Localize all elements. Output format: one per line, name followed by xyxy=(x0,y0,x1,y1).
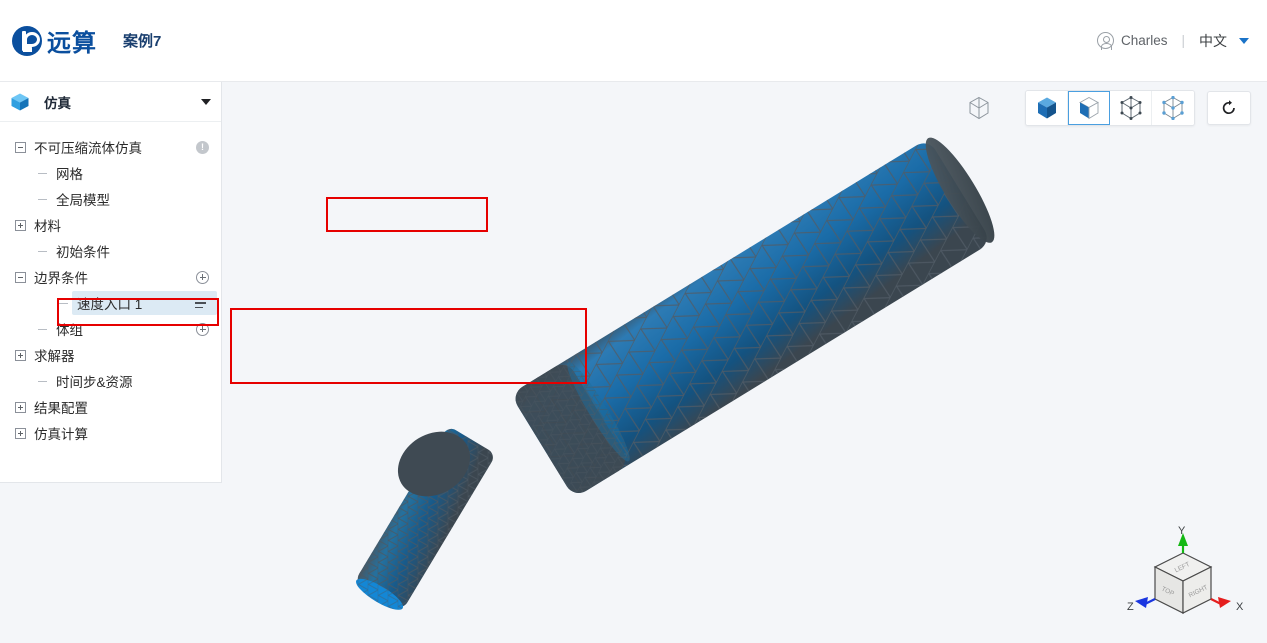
cube-icon xyxy=(10,92,30,112)
tree-connector-icon xyxy=(58,298,69,309)
axis-label-x: X xyxy=(1236,601,1243,613)
axis-label-y: Y xyxy=(1178,525,1185,537)
tree-item-label: 全局模型 xyxy=(56,189,110,209)
tree-item-3[interactable]: 材料 xyxy=(0,212,221,238)
axis-label-z: Z xyxy=(1127,601,1134,613)
tree-item-label: 体组 xyxy=(56,319,83,339)
tree-item-0[interactable]: 不可压缩流体仿真! xyxy=(0,134,221,160)
top-bar-separator: | xyxy=(1181,33,1185,48)
brand[interactable]: 远算 案例7 xyxy=(12,23,161,58)
caret-down-icon[interactable] xyxy=(1239,38,1249,44)
expand-icon[interactable] xyxy=(15,350,26,361)
pipe-mesh-model xyxy=(222,82,1267,643)
tree-item-8[interactable]: 求解器 xyxy=(0,342,221,368)
case-name[interactable]: 案例7 xyxy=(123,30,161,51)
expand-icon[interactable] xyxy=(15,428,26,439)
collapse-icon[interactable] xyxy=(15,272,26,283)
sidebar-header[interactable]: 仿真 xyxy=(0,82,221,122)
tree-item-label: 不可压缩流体仿真 xyxy=(34,137,142,157)
tree-item-label: 求解器 xyxy=(34,345,75,365)
tree-item-label: 结果配置 xyxy=(34,397,88,417)
solid-cube-icon[interactable] xyxy=(1026,91,1068,125)
surface-cube-icon[interactable] xyxy=(1068,91,1110,125)
user-circle-icon xyxy=(1097,32,1114,49)
viewport-display-modes xyxy=(1025,90,1195,126)
brand-name: 远算 xyxy=(47,23,97,58)
tree-item-1[interactable]: 网格 xyxy=(0,160,221,186)
user-name[interactable]: Charles xyxy=(1121,33,1168,48)
simulation-tree: 不可压缩流体仿真! 网格全局模型材料初始条件边界条件速度入口 1 体组求解器时间步&… xyxy=(0,122,221,446)
plus-circle-icon[interactable] xyxy=(196,323,209,336)
tree-item-9[interactable]: 时间步&资源 xyxy=(0,368,221,394)
mesh-cube-icon[interactable] xyxy=(1110,91,1152,125)
plus-circle-icon[interactable] xyxy=(196,271,209,284)
tree-item-4[interactable]: 初始条件 xyxy=(0,238,221,264)
tree-item-label: 初始条件 xyxy=(56,241,110,261)
tree-item-7[interactable]: 体组 xyxy=(0,316,221,342)
top-bar: 远算 案例7 Charles | 中文 xyxy=(0,0,1267,82)
sidebar: 仿真 不可压缩流体仿真! 网格全局模型材料初始条件边界条件速度入口 1 体组求解器时… xyxy=(0,82,222,483)
viewport-3d[interactable]: LEFT TOP RIGHT Y X Z xyxy=(222,82,1267,643)
language-label[interactable]: 中文 xyxy=(1199,31,1227,51)
info-icon: ! xyxy=(196,141,209,154)
tree-item-label: 时间步&资源 xyxy=(56,371,133,391)
tree-item-2[interactable]: 全局模型 xyxy=(0,186,221,212)
axis-gizmo[interactable]: LEFT TOP RIGHT Y X Z xyxy=(1125,525,1245,635)
list-icon[interactable] xyxy=(195,298,209,309)
points-cube-icon[interactable] xyxy=(1152,91,1194,125)
tree-item-6[interactable]: 速度入口 1 xyxy=(0,290,221,316)
logo-dot xyxy=(23,44,32,52)
tree-item-label: 速度入口 1 xyxy=(77,293,142,313)
sidebar-title: 仿真 xyxy=(44,92,71,112)
tree-item-11[interactable]: 仿真计算 xyxy=(0,420,221,446)
wireframe-cube-icon[interactable] xyxy=(959,88,999,128)
tree-connector-icon xyxy=(37,324,48,335)
top-bar-right: Charles | 中文 xyxy=(1097,31,1249,51)
tree-item-label: 边界条件 xyxy=(34,267,88,287)
collapse-icon[interactable] xyxy=(15,142,26,153)
tree-item-5[interactable]: 边界条件 xyxy=(0,264,221,290)
tree-connector-icon xyxy=(37,376,48,387)
tree-connector-icon xyxy=(37,168,48,179)
tree-item-label: 仿真计算 xyxy=(34,423,88,443)
app-root: 远算 案例7 Charles | 中文 仿真 不可压缩流体仿真! 网格全局模型材料… xyxy=(0,0,1267,643)
caret-down-icon[interactable] xyxy=(201,99,211,105)
tree-connector-icon xyxy=(37,194,48,205)
tree-item-label: 网格 xyxy=(56,163,83,183)
tree-item-10[interactable]: 结果配置 xyxy=(0,394,221,420)
tree-connector-icon xyxy=(37,246,48,257)
viewport-toolbar xyxy=(959,88,1251,128)
tree-item-label: 材料 xyxy=(34,215,61,235)
yuansuan-logo-icon xyxy=(12,26,42,56)
reset-view-icon[interactable] xyxy=(1207,91,1251,125)
expand-icon[interactable] xyxy=(15,220,26,231)
expand-icon[interactable] xyxy=(15,402,26,413)
